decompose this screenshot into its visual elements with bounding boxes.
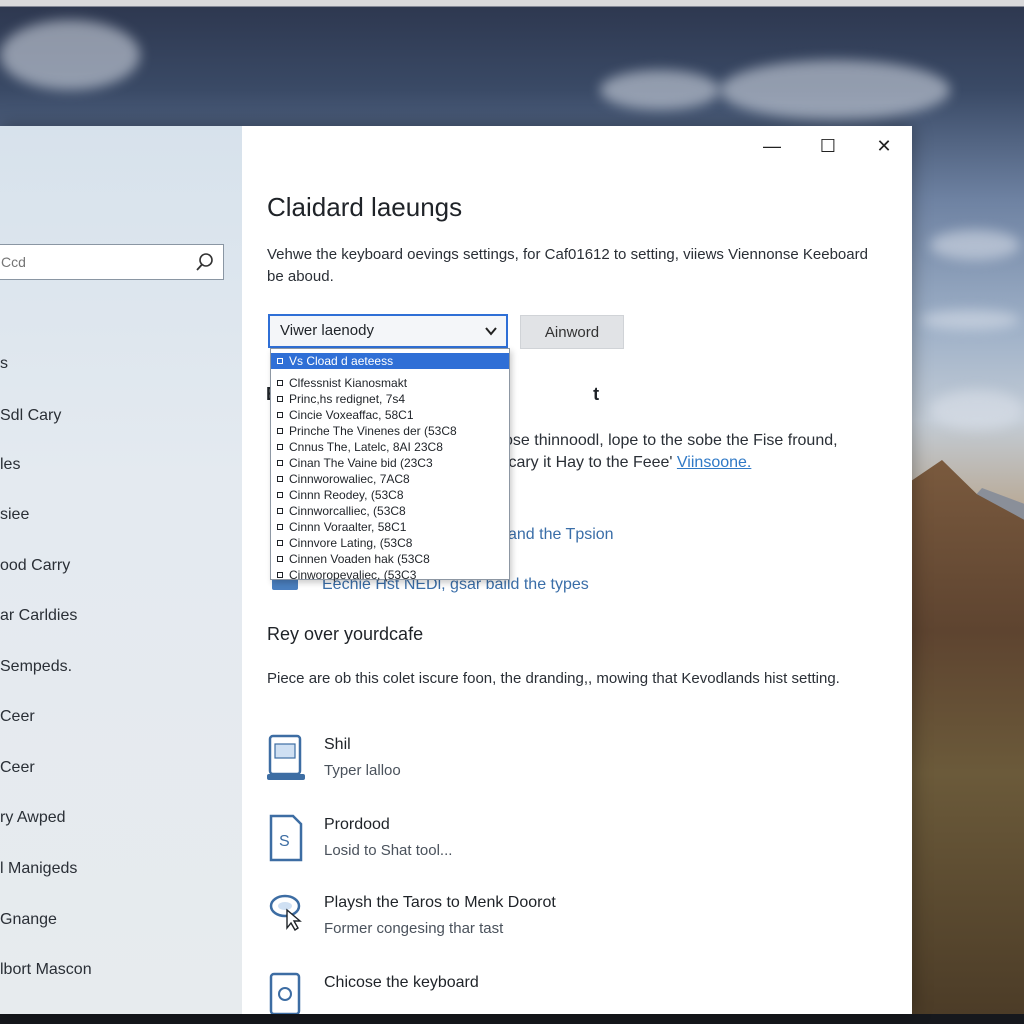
item-title: Playsh the Taros to Menk Doorot xyxy=(324,894,556,911)
dropdown-option[interactable]: Cinnvore Lating, (53C8 xyxy=(271,535,509,551)
option-bullet-icon xyxy=(277,492,283,498)
sidebar-item[interactable]: Sdl Cary xyxy=(0,404,61,428)
settings-item[interactable]: Playsh the Taros to Menk Doorot Former c… xyxy=(267,892,867,948)
partial-text-line: ose thinnoodl, lope to the sobe the Fise… xyxy=(504,432,838,449)
sidebar: s Sdl Cary les siee ood Carry ar Carldie… xyxy=(0,126,242,1014)
dropdown-option[interactable]: Cinan The Vaine bid (23C3 xyxy=(271,455,509,471)
sidebar-item[interactable]: ar Carldies xyxy=(0,604,77,628)
option-label: Cincie Voxeaffac, 58C1 xyxy=(289,408,414,422)
select-value: Viwer laenody xyxy=(280,322,374,339)
option-bullet-icon xyxy=(277,380,283,386)
dropdown-option[interactable]: Cinworopevaliec, (53C3 xyxy=(271,567,509,583)
item-title: Shil xyxy=(324,736,351,753)
sidebar-item[interactable]: ry Awped xyxy=(0,806,66,830)
sidebar-item[interactable]: les xyxy=(0,453,20,477)
option-bullet-icon xyxy=(277,444,283,450)
dropdown-option[interactable]: Cinnn Reodey, (53C8 xyxy=(271,487,509,503)
sidebar-item[interactable]: Ceer xyxy=(0,756,35,780)
option-label: Vs Cload d aeteess xyxy=(289,354,394,368)
settings-item[interactable]: Shil Typer lalloo xyxy=(267,734,867,790)
search-icon[interactable] xyxy=(195,252,215,272)
cursor-cloud-icon xyxy=(269,894,302,931)
partial-text-line: and the Tpsion xyxy=(508,526,614,543)
page-description: Vehwe the keyboard oevings settings, for… xyxy=(267,246,868,285)
section-description: Piece are ob this colet iscure foon, the… xyxy=(267,670,840,687)
maximize-button[interactable]: ☐ xyxy=(814,134,842,158)
sidebar-item[interactable]: ood Carry xyxy=(0,554,70,578)
option-bullet-icon xyxy=(277,358,283,364)
option-label: Cinworopevaliec, (53C3 xyxy=(289,568,417,582)
section-heading: Rey over yourdcafe xyxy=(267,624,424,644)
item-title: Prordood xyxy=(324,816,390,833)
settings-window: s Sdl Cary les siee ood Carry ar Carldie… xyxy=(0,126,912,1014)
option-bullet-icon xyxy=(277,412,283,418)
option-bullet-icon xyxy=(277,428,283,434)
dropdown-option-selected[interactable]: Vs Cload d aeteess xyxy=(271,353,509,369)
dropdown-option[interactable]: Princ,hs redignet, 7s4 xyxy=(271,391,509,407)
option-label: Cinnvore Lating, (53C8 xyxy=(289,536,413,550)
chevron-down-icon xyxy=(485,327,497,336)
item-subtitle: Losid to Shat tool... xyxy=(324,842,453,859)
secondary-button[interactable]: Ainword xyxy=(520,315,624,349)
dropdown-option[interactable]: Cinnen Voaden hak (53C8 xyxy=(271,551,509,567)
keyboard-monitor-icon xyxy=(267,734,305,780)
sidebar-item[interactable]: lbort Mascon xyxy=(0,958,92,982)
option-bullet-icon xyxy=(277,524,283,530)
dropdown-option[interactable]: Cinnworcalliec, (53C8 xyxy=(271,503,509,519)
item-title: Chicose the keyboard xyxy=(324,974,479,991)
settings-item[interactable]: Chicose the keyboard xyxy=(267,972,867,1014)
sidebar-item[interactable]: l Manigeds xyxy=(0,857,77,881)
taskbar xyxy=(0,1014,1024,1024)
option-label: Cinnn Voraalter, 58C1 xyxy=(289,520,407,534)
sidebar-item[interactable]: siee xyxy=(0,503,29,527)
keyboard-select[interactable]: Viwer laenody xyxy=(268,314,508,348)
svg-text:S: S xyxy=(279,833,290,850)
sidebar-item[interactable]: Ceer xyxy=(0,705,35,729)
dropdown-option[interactable]: Cincie Voxeaffac, 58C1 xyxy=(271,407,509,423)
option-bullet-icon xyxy=(277,572,283,578)
partial-text-line: tcary it Hay to the Feee' Viinsoone. xyxy=(504,454,751,472)
inline-link[interactable]: Viinsoone. xyxy=(677,454,751,471)
sidebar-item[interactable]: s xyxy=(0,352,8,376)
option-label: Cnnus The, Latelc, 8AI 23C8 xyxy=(289,440,443,454)
option-bullet-icon xyxy=(277,540,283,546)
keyboard-dropdown-list[interactable]: Vs Cload d aeteess Clfessnist Kianosmakt… xyxy=(270,348,510,583)
option-bullet-icon xyxy=(277,460,283,466)
dropdown-option[interactable]: Prinche The Vinenes der (53C8 xyxy=(271,423,509,439)
option-label: Cinnen Voaden hak (53C8 xyxy=(289,552,430,566)
option-label: Cinnworcalliec, (53C8 xyxy=(289,504,406,518)
keyboard-settings-icon xyxy=(269,972,301,1014)
search-box[interactable] xyxy=(0,244,224,280)
dropdown-option[interactable]: Cinnworowaliec, 7AC8 xyxy=(271,471,509,487)
dropdown-option[interactable]: Cnnus The, Latelc, 8AI 23C8 xyxy=(271,439,509,455)
option-bullet-icon xyxy=(277,396,283,402)
option-label: Prinche The Vinenes der (53C8 xyxy=(289,424,457,438)
option-bullet-icon xyxy=(277,508,283,514)
minimize-button[interactable]: — xyxy=(758,134,786,158)
option-label: Cinan The Vaine bid (23C3 xyxy=(289,456,433,470)
item-subtitle: Former congesing thar tast xyxy=(324,920,504,937)
search-input[interactable] xyxy=(1,247,187,277)
dropdown-option[interactable]: Cinnn Voraalter, 58C1 xyxy=(271,519,509,535)
settings-item[interactable]: S Prordood Losid to Shat tool... xyxy=(267,814,867,870)
option-label: Cinnworowaliec, 7AC8 xyxy=(289,472,410,486)
main-content: — ☐ ✕ Claidard laeungs Vehwe the keyboar… xyxy=(242,126,912,1014)
option-label: Clfessnist Kianosmakt xyxy=(289,376,408,390)
sidebar-item[interactable]: Sempeds. xyxy=(0,655,72,679)
option-bullet-icon xyxy=(277,476,283,482)
page-title: Claidard laeungs xyxy=(267,192,463,222)
sidebar-item[interactable]: Gnange xyxy=(0,908,57,932)
mountain xyxy=(900,460,1024,1024)
item-subtitle: Typer lalloo xyxy=(324,762,401,779)
option-label: Cinnn Reodey, (53C8 xyxy=(289,488,404,502)
option-label: Princ,hs redignet, 7s4 xyxy=(289,392,406,406)
dropdown-option[interactable]: Clfessnist Kianosmakt xyxy=(271,375,509,391)
option-bullet-icon xyxy=(277,556,283,562)
partial-text-prefix: tcary it Hay to the Feee' xyxy=(504,454,673,471)
document-icon: S xyxy=(269,814,303,862)
close-button[interactable]: ✕ xyxy=(870,134,898,158)
